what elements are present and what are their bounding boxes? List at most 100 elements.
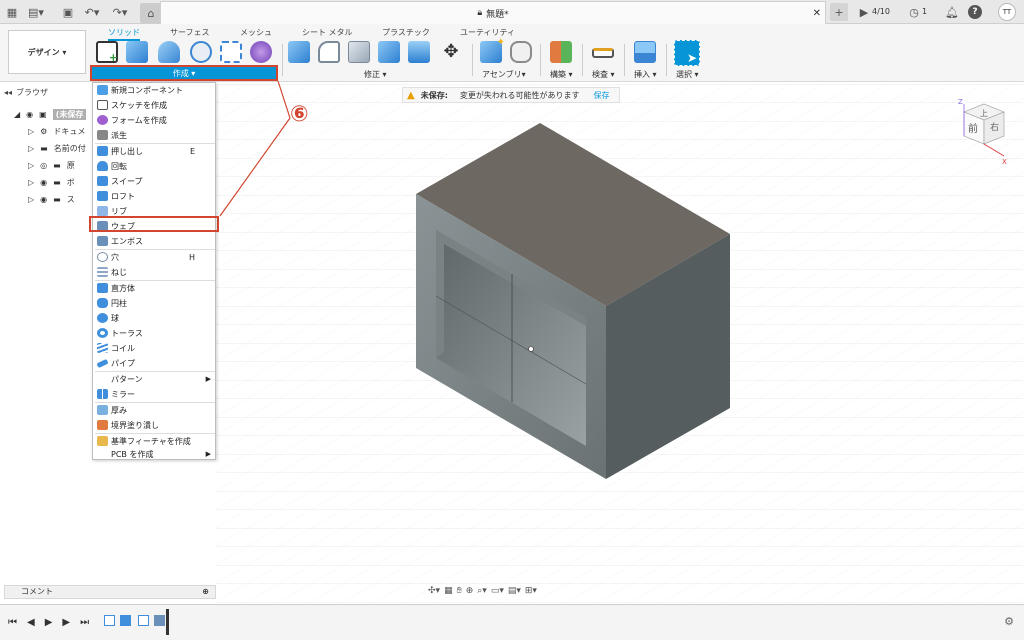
menu-item-create-form[interactable]: フォームを作成 [93, 113, 217, 127]
timeline-shell-feature-icon[interactable] [154, 615, 165, 626]
combine-icon[interactable] [378, 41, 400, 63]
origin-point[interactable] [528, 346, 534, 352]
menu-item-sweep[interactable]: スイープ [93, 174, 217, 188]
menu-item-thread[interactable]: ねじ [93, 265, 217, 279]
comments-panel[interactable]: コメント ⊕ [4, 585, 216, 599]
select-group-label[interactable]: 選択 ▾ [676, 69, 699, 80]
save-link[interactable]: 保存 [594, 90, 610, 101]
timeline-extrude-feature-icon[interactable] [120, 615, 131, 626]
browser-row-named-views[interactable]: ▷ ▬ 名前の付 [28, 141, 86, 155]
document-tab[interactable]: 🔒︎ 無題* ✕ [160, 1, 826, 24]
expand-icon[interactable]: ◢ [14, 110, 20, 119]
modify-group-label[interactable]: 修正 ▾ [364, 69, 387, 80]
step-forward-icon[interactable]: ▶ [62, 617, 70, 628]
save-icon[interactable]: ▣ [60, 4, 76, 20]
expand-icon[interactable]: ▷ [28, 195, 34, 204]
tab-plastic[interactable]: プラスチック [382, 27, 430, 38]
menu-item-base-feature[interactable]: 基準フィーチャを作成 [93, 434, 217, 448]
browser-row-sketches[interactable]: ▷ ◉ ▬ ス [28, 192, 75, 206]
extrude-icon[interactable] [126, 41, 148, 63]
tab-surface[interactable]: サーフェス [170, 27, 210, 38]
shell-icon[interactable] [348, 41, 370, 63]
menu-item-thicken[interactable]: 厚み [93, 403, 217, 417]
timeline-sketch-feature-icon[interactable] [138, 615, 149, 626]
grid-settings-icon[interactable]: ▤▾ [508, 586, 521, 596]
select-icon[interactable]: ➤ [674, 40, 700, 66]
zoom-icon[interactable]: ⊕ [466, 586, 474, 596]
timeline-marker[interactable] [166, 609, 169, 635]
notifications-bell-icon[interactable]: 🔔︎ [944, 4, 960, 20]
create-sketch-icon[interactable]: + [96, 41, 118, 64]
expand-icon[interactable]: ▷ [28, 127, 34, 136]
assemble-group-label[interactable]: アセンブリ▾ [482, 69, 526, 80]
menu-item-box[interactable]: 直方体 [93, 281, 217, 295]
collapse-icon[interactable]: ◂◂ [4, 88, 12, 97]
menu-item-torus[interactable]: トーラス [93, 326, 217, 340]
menu-item-extrude[interactable]: 押し出し E [93, 144, 217, 158]
expand-icon[interactable]: ▷ [28, 161, 34, 170]
redo-icon[interactable]: ↷▾ [112, 4, 128, 20]
eye-icon[interactable]: ◉ [26, 110, 33, 119]
home-icon[interactable]: ⌂ [140, 3, 162, 23]
tab-mesh[interactable]: メッシュ [240, 27, 272, 38]
apps-grid-icon[interactable]: ▦ [4, 4, 20, 20]
menu-item-hole[interactable]: 穴H [93, 250, 217, 264]
viewport-canvas[interactable]: 上 前 右 Z X [216, 84, 1024, 604]
insert-image-icon[interactable] [634, 41, 656, 63]
expand-icon[interactable]: ▷ [28, 144, 34, 153]
go-to-end-icon[interactable]: ⏭︎ [80, 617, 89, 628]
viewports-icon[interactable]: ⊞▾ [525, 586, 537, 596]
insert-group-label[interactable]: 挿入 ▾ [634, 69, 657, 80]
browser-row-origin[interactable]: ▷ ◎ ▬ 原 [28, 158, 75, 172]
pan-hand-icon[interactable]: ✋︎ [457, 586, 462, 596]
fillet-icon[interactable] [318, 41, 340, 63]
inspect-group-label[interactable]: 検査 ▾ [592, 69, 615, 80]
timeline-settings-gear-icon[interactable]: ⚙ [1004, 615, 1014, 628]
user-avatar[interactable]: TT [998, 3, 1016, 21]
look-at-icon[interactable]: ▦ [444, 586, 453, 596]
construct-plane-icon[interactable] [550, 41, 572, 63]
menu-item-revolve[interactable]: 回転 [93, 159, 217, 173]
menu-item-coil[interactable]: コイル [93, 341, 217, 355]
browser-row-root[interactable]: ◢ ◉ ▣ (未保存 [14, 107, 87, 121]
eye-off-icon[interactable]: ◎ [40, 161, 47, 170]
file-menu-icon[interactable]: ▤▾ [28, 4, 44, 20]
add-comment-icon[interactable]: ⊕ [202, 586, 209, 598]
menu-item-pattern[interactable]: パターン ▶ [93, 372, 217, 386]
joint-icon[interactable] [510, 41, 532, 63]
job-status-icon[interactable]: ▶ [856, 4, 872, 20]
help-icon[interactable]: ? [968, 5, 982, 19]
split-body-icon[interactable] [408, 41, 430, 63]
go-to-start-icon[interactable]: ⏮︎ [8, 617, 17, 628]
new-component-icon[interactable]: ✦ [480, 37, 505, 63]
viewcube[interactable]: 上 前 右 Z X [950, 98, 1010, 168]
menu-item-boundary-fill[interactable]: 境界塗り潰し [93, 418, 217, 432]
menu-item-emboss[interactable]: エンボス [93, 234, 217, 248]
undo-icon[interactable]: ↶▾ [84, 4, 100, 20]
eye-icon[interactable]: ◉ [40, 195, 47, 204]
expand-icon[interactable]: ▷ [28, 178, 34, 187]
close-tab-icon[interactable]: ✕ [813, 8, 821, 19]
move-copy-icon[interactable]: ✥ [440, 41, 462, 63]
menu-item-new-component[interactable]: 新規コンポーネント [93, 83, 217, 97]
timeline-sketch-feature-icon[interactable] [104, 615, 115, 626]
play-icon[interactable]: ▶ [45, 617, 53, 628]
orbit-icon[interactable]: ✣▾ [428, 586, 440, 596]
menu-item-derive[interactable]: 派生 [93, 128, 217, 142]
browser-row-doc-settings[interactable]: ▷ ⚙ ドキュメ [28, 124, 85, 138]
new-tab-icon[interactable]: + [830, 3, 848, 21]
step-back-icon[interactable]: ◀ [27, 617, 35, 628]
menu-item-create-pcb[interactable]: PCB を作成 ▶ [93, 447, 217, 461]
measure-icon[interactable] [592, 48, 614, 58]
clock-icon[interactable]: ◷ [906, 4, 922, 20]
tab-utilities[interactable]: ユーティリティ [460, 27, 515, 38]
menu-item-create-sketch[interactable]: スケッチを作成 [93, 98, 217, 112]
revolve-icon[interactable] [158, 41, 180, 63]
display-settings-icon[interactable]: ▭▾ [491, 586, 504, 596]
menu-item-mirror[interactable]: ミラー [93, 387, 217, 401]
workspace-switcher[interactable]: デザイン ▾ [8, 30, 86, 74]
menu-item-loft[interactable]: ロフト [93, 189, 217, 203]
tab-sheet-metal[interactable]: シート メタル [302, 27, 353, 38]
eye-icon[interactable]: ◉ [40, 178, 47, 187]
fit-icon[interactable]: ⌕▾ [477, 586, 487, 596]
